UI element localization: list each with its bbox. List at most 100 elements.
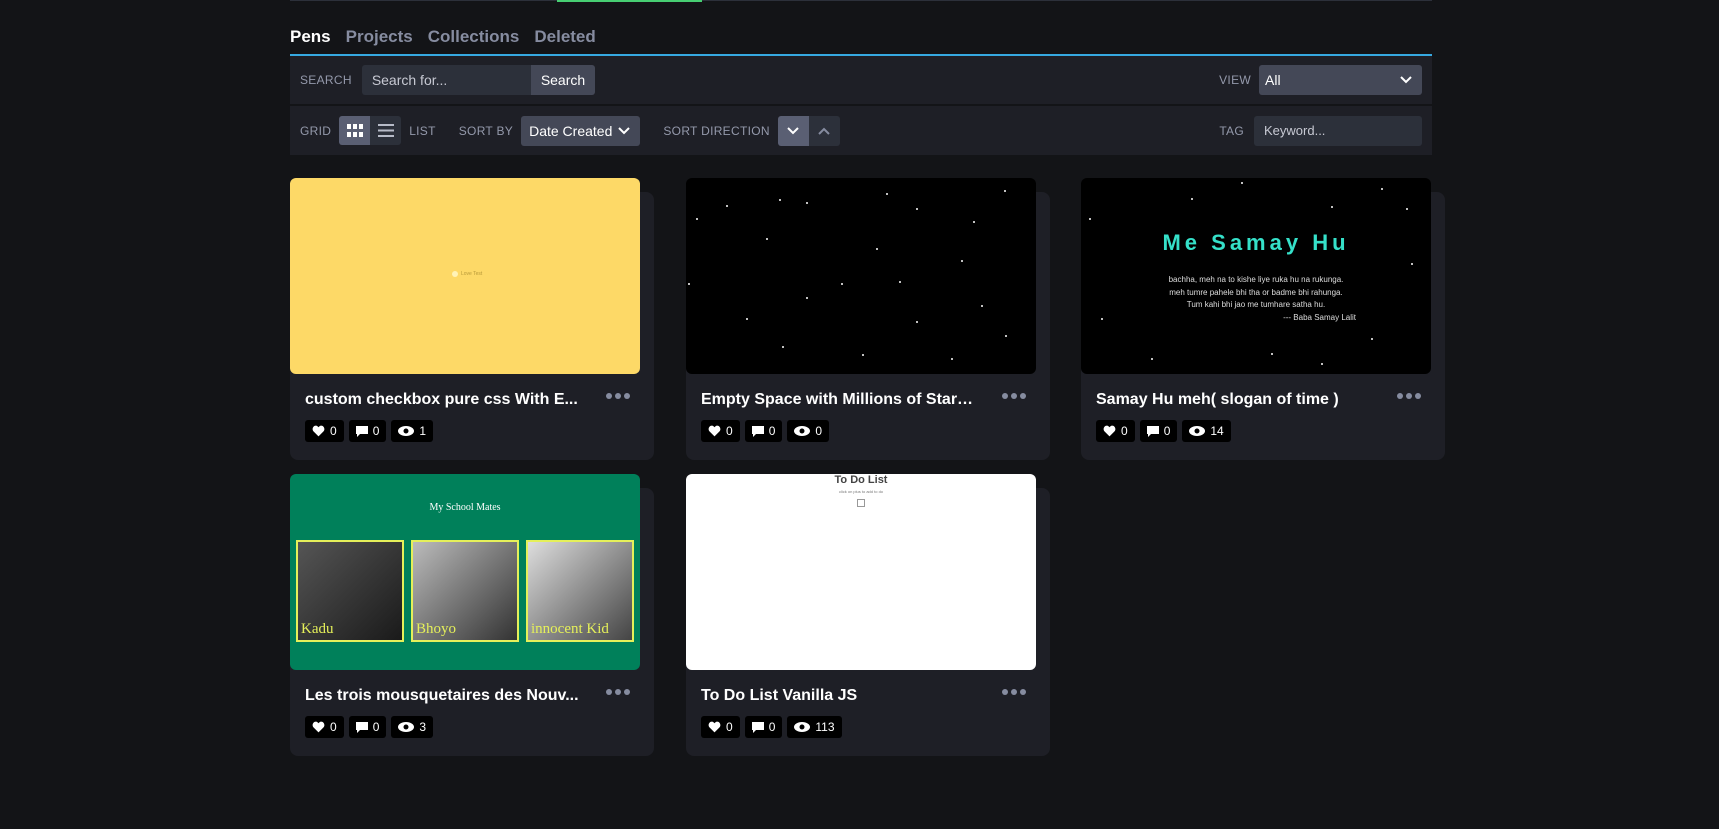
comment-button[interactable]: 0 bbox=[744, 420, 783, 442]
more-options-button[interactable] bbox=[1002, 393, 1026, 399]
list-icon bbox=[377, 124, 394, 137]
checkbox-dot bbox=[452, 271, 458, 277]
eye-icon bbox=[794, 722, 811, 732]
preview-checkbox: Love Test bbox=[452, 271, 482, 277]
more-options-button[interactable] bbox=[606, 393, 630, 399]
photo-caption: Bhoyo bbox=[416, 621, 457, 637]
sort-descending-button[interactable] bbox=[777, 115, 809, 146]
preview-heading: To Do List bbox=[834, 474, 888, 486]
comment-button[interactable]: 0 bbox=[744, 716, 783, 738]
pen-preview[interactable] bbox=[686, 178, 1036, 374]
pen-stats: 0 0 0 bbox=[701, 420, 830, 442]
preview-heading: Me Samay Hu bbox=[1162, 230, 1350, 255]
like-button[interactable]: 0 bbox=[701, 716, 740, 738]
pen-preview[interactable]: Love Test bbox=[290, 178, 640, 374]
heart-icon bbox=[1103, 425, 1116, 437]
comment-icon bbox=[1146, 425, 1159, 437]
heart-icon bbox=[708, 425, 721, 437]
pen-card: Me Samay Hu bachha, meh na to kishe liye… bbox=[1081, 178, 1445, 460]
like-button[interactable]: 0 bbox=[1096, 420, 1135, 442]
pen-preview[interactable]: My School Mates Kadu Bhoyo innocent Kid bbox=[290, 474, 640, 670]
search-label: SEARCH bbox=[300, 73, 352, 87]
heart-icon bbox=[708, 721, 721, 733]
tab-projects[interactable]: Projects bbox=[346, 26, 413, 54]
view-select[interactable]: All bbox=[1259, 65, 1422, 95]
like-button[interactable]: 0 bbox=[305, 420, 344, 442]
sort-ascending-button[interactable] bbox=[808, 115, 840, 146]
pen-preview[interactable]: To Do List click on plus to add to do bbox=[686, 474, 1036, 670]
preview-signature: --- Baba Samay Lalit bbox=[1283, 312, 1356, 322]
like-count: 0 bbox=[330, 424, 337, 438]
chevron-down-icon bbox=[618, 126, 631, 134]
eye-icon bbox=[398, 426, 415, 436]
more-options-button[interactable] bbox=[1002, 689, 1026, 695]
like-button[interactable]: 0 bbox=[305, 716, 344, 738]
comment-button[interactable]: 0 bbox=[1139, 420, 1178, 442]
tab-deleted[interactable]: Deleted bbox=[534, 26, 595, 54]
grid-label: GRID bbox=[300, 123, 332, 138]
view-count: 14 bbox=[1210, 424, 1224, 438]
photo-caption: innocent Kid bbox=[531, 621, 609, 637]
comment-icon bbox=[751, 721, 764, 733]
sort-direction-toggle bbox=[777, 115, 840, 146]
tab-bar: Pens Projects Collections Deleted bbox=[290, 26, 1432, 56]
photo-caption: Kadu bbox=[301, 621, 334, 637]
pen-title[interactable]: Samay Hu meh( slogan of time ) bbox=[1096, 391, 1371, 409]
comment-icon bbox=[355, 721, 368, 733]
comment-count: 0 bbox=[768, 720, 776, 734]
grid-icon bbox=[346, 123, 363, 137]
sort-select[interactable]: Date Created bbox=[521, 115, 641, 146]
more-options-button[interactable] bbox=[606, 689, 630, 695]
view-label: VIEW bbox=[1219, 73, 1251, 87]
view-count-badge: 0 bbox=[787, 420, 830, 442]
pen-stats: 0 0 1 bbox=[305, 420, 434, 442]
list-view-button[interactable] bbox=[370, 116, 402, 145]
comment-button[interactable]: 0 bbox=[348, 716, 387, 738]
preview-line: meh tumre pahele bhi tha or badme bhi ra… bbox=[1169, 287, 1343, 297]
comment-count: 0 bbox=[768, 424, 776, 438]
preview-photo: Bhoyo bbox=[411, 540, 519, 642]
tab-pens[interactable]: Pens bbox=[290, 26, 331, 54]
sort-direction-label: SORT DIRECTION bbox=[663, 123, 770, 138]
view-count: 3 bbox=[419, 720, 427, 734]
comment-count: 0 bbox=[372, 424, 380, 438]
pen-card: Empty Space with Millions of Stars... 0 … bbox=[686, 178, 1050, 460]
top-accent-bar bbox=[557, 0, 702, 2]
view-count-badge: 14 bbox=[1182, 420, 1231, 442]
comment-count: 0 bbox=[372, 720, 380, 734]
tag-input[interactable] bbox=[1254, 115, 1422, 146]
search-button[interactable]: Search bbox=[530, 65, 596, 95]
tab-collections[interactable]: Collections bbox=[428, 26, 520, 54]
comment-button[interactable]: 0 bbox=[348, 420, 387, 442]
comment-icon bbox=[751, 425, 764, 437]
eye-icon bbox=[794, 426, 811, 436]
pen-title[interactable]: Empty Space with Millions of Stars... bbox=[701, 391, 976, 409]
preview-text: Love Test bbox=[461, 271, 483, 277]
pen-stats: 0 0 113 bbox=[701, 716, 842, 738]
pen-preview[interactable]: Me Samay Hu bachha, meh na to kishe liye… bbox=[1081, 178, 1431, 374]
pen-stats: 0 0 14 bbox=[1096, 420, 1231, 442]
view-count-badge: 113 bbox=[787, 716, 842, 738]
filter-bar: GRID LIST SORT BY Date Created SORT DIRE… bbox=[290, 106, 1432, 155]
pen-title[interactable]: Les trois mousquetaires des Nouv... bbox=[305, 687, 580, 705]
layout-toggle bbox=[339, 116, 402, 145]
pen-title[interactable]: custom checkbox pure css With E... bbox=[305, 391, 580, 409]
pen-title[interactable]: To Do List Vanilla JS bbox=[701, 687, 976, 705]
view-count-badge: 3 bbox=[391, 716, 434, 738]
grid-view-button[interactable] bbox=[339, 116, 371, 145]
tag-label: TAG bbox=[1219, 123, 1244, 138]
preview-line: Tum kahi bhi jao me tumhare satha hu. bbox=[1186, 300, 1326, 309]
preview-text-block: bachha, meh na to kishe liye ruka hu na … bbox=[1081, 274, 1431, 324]
eye-icon bbox=[1189, 426, 1206, 436]
preview-line: bachha, meh na to kishe liye ruka hu na … bbox=[1168, 275, 1344, 284]
preview-subtext: click on plus to add to do bbox=[838, 489, 884, 494]
search-input[interactable] bbox=[361, 65, 531, 95]
more-options-button[interactable] bbox=[1397, 393, 1421, 399]
eye-icon bbox=[398, 722, 415, 732]
sort-value: Date Created bbox=[529, 122, 613, 139]
like-button[interactable]: 0 bbox=[701, 420, 740, 442]
pen-card: To Do List click on plus to add to do To… bbox=[686, 474, 1050, 756]
like-count: 0 bbox=[726, 424, 733, 438]
pen-stats: 0 0 3 bbox=[305, 716, 434, 738]
heart-icon bbox=[312, 721, 325, 733]
